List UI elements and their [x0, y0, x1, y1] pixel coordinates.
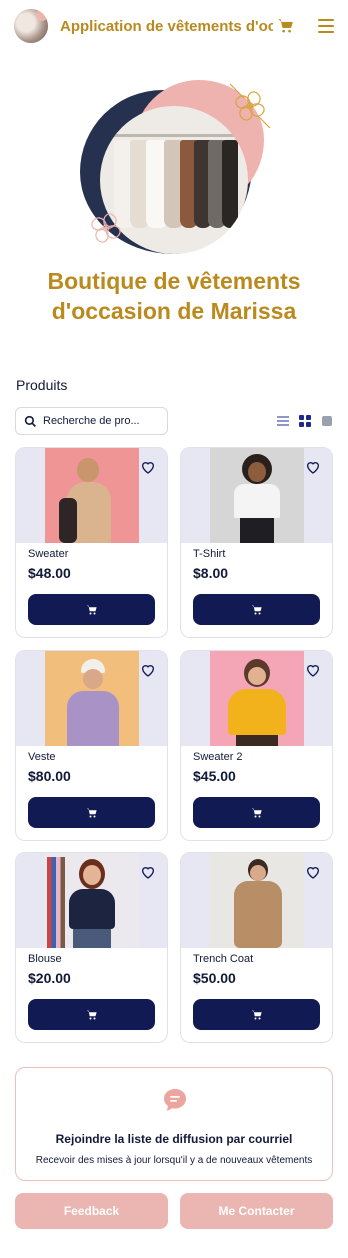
product-image[interactable]: [210, 448, 304, 543]
newsletter-subtitle: Recevoir des mises à jour lorsqu'il y a …: [35, 1155, 313, 1166]
grid-view-icon[interactable]: [299, 414, 311, 427]
heart-icon[interactable]: [305, 864, 321, 880]
heart-icon[interactable]: [305, 662, 321, 678]
product-price: $8.00: [193, 565, 229, 581]
hero-image: [72, 76, 278, 260]
search-icon: [24, 415, 36, 427]
feedback-button[interactable]: Feedback: [15, 1193, 168, 1229]
product-image[interactable]: [210, 853, 304, 948]
chat-icon: [164, 1089, 186, 1111]
avatar[interactable]: [14, 9, 48, 43]
product-card[interactable]: Sweater $48.00: [15, 447, 168, 638]
cart-icon: [86, 605, 97, 614]
product-card[interactable]: T-Shirt $8.00: [180, 447, 333, 638]
heart-icon[interactable]: [140, 864, 156, 880]
product-price: $20.00: [28, 970, 71, 986]
newsletter-title: Rejoindre la liste de diffusion par cour…: [55, 1132, 293, 1146]
view-toggle: [277, 414, 333, 427]
product-price: $45.00: [193, 768, 236, 784]
heart-icon[interactable]: [305, 459, 321, 475]
store-title-line2: d'occasion de Marissa: [51, 298, 297, 324]
product-image[interactable]: [45, 651, 139, 746]
product-name: T-Shirt: [193, 548, 226, 560]
product-image[interactable]: [45, 853, 139, 948]
product-card[interactable]: Sweater 2 $45.00: [180, 650, 333, 841]
menu-icon[interactable]: [318, 19, 335, 33]
product-name: Sweater 2: [193, 751, 243, 763]
product-price: $48.00: [28, 565, 71, 581]
product-card[interactable]: Blouse $20.00: [15, 852, 168, 1043]
product-image[interactable]: [45, 448, 139, 543]
app-header: Application de vêtements d'oc...: [0, 0, 348, 52]
product-card[interactable]: Veste $80.00: [15, 650, 168, 841]
cart-icon: [86, 808, 97, 817]
store-title-line1: Boutique de vêtements: [47, 268, 301, 294]
add-to-cart-button[interactable]: [28, 999, 155, 1030]
list-view-icon[interactable]: [277, 414, 289, 426]
product-name: Blouse: [28, 953, 62, 965]
cart-icon[interactable]: [277, 17, 295, 35]
add-to-cart-button[interactable]: [193, 797, 320, 828]
search-input[interactable]: Recherche de pro...: [15, 407, 168, 435]
cart-icon: [251, 1010, 262, 1019]
search-placeholder: Recherche de pro...: [43, 415, 140, 427]
product-name: Veste: [28, 751, 56, 763]
heart-icon[interactable]: [140, 662, 156, 678]
app-title: Application de vêtements d'oc...: [60, 17, 273, 35]
newsletter-signup[interactable]: Rejoindre la liste de diffusion par cour…: [15, 1067, 333, 1181]
add-to-cart-button[interactable]: [28, 594, 155, 625]
store-title: Boutique de vêtements d'occasion de Mari…: [0, 266, 348, 326]
heart-icon[interactable]: [140, 459, 156, 475]
add-to-cart-button[interactable]: [193, 594, 320, 625]
add-to-cart-button[interactable]: [193, 999, 320, 1030]
product-image[interactable]: [210, 651, 304, 746]
product-price: $80.00: [28, 768, 71, 784]
product-name: Sweater: [28, 548, 69, 560]
product-card[interactable]: Trench Coat $50.00: [180, 852, 333, 1043]
cart-icon: [251, 808, 262, 817]
cart-icon: [251, 605, 262, 614]
single-view-icon[interactable]: [321, 414, 333, 426]
add-to-cart-button[interactable]: [28, 797, 155, 828]
products-section-label: Produits: [16, 377, 68, 393]
contact-button[interactable]: Me Contacter: [180, 1193, 333, 1229]
cart-icon: [86, 1010, 97, 1019]
product-price: $50.00: [193, 970, 236, 986]
product-name: Trench Coat: [193, 953, 254, 965]
